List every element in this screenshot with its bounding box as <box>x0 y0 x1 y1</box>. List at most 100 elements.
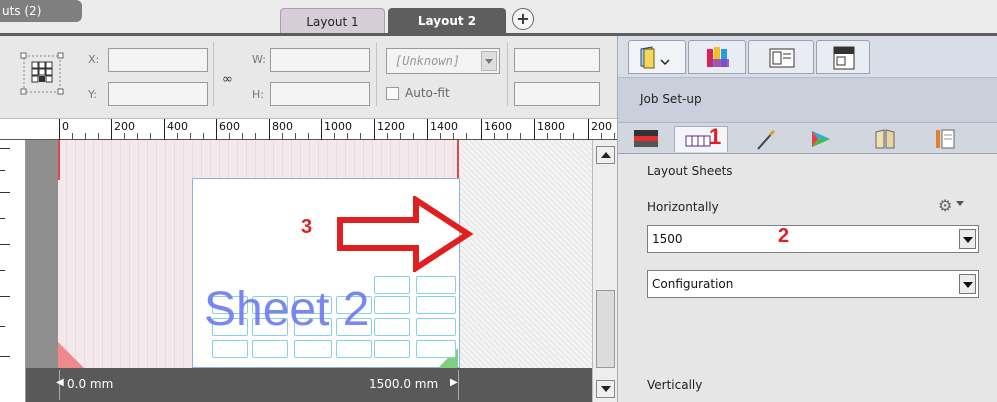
chevron-down-icon[interactable] <box>481 51 497 71</box>
ruler-major-tick <box>269 119 270 140</box>
add-layout-button[interactable]: + <box>512 8 534 30</box>
ruler-minor-tick <box>413 133 414 139</box>
label-cell <box>416 276 456 294</box>
pages-icon <box>936 129 955 149</box>
panel-tab-job[interactable] <box>628 40 686 74</box>
ruler-major-tick <box>164 119 165 140</box>
color-swatches-icon <box>707 47 729 67</box>
color-management-button[interactable] <box>798 126 840 152</box>
scroll-down-button[interactable] <box>596 380 615 398</box>
canvas-margin <box>26 140 58 368</box>
vertically-label: Vertically <box>647 378 703 392</box>
label-cell <box>374 276 410 294</box>
panel-tab-color[interactable] <box>688 40 746 74</box>
annotation-2: 2 <box>778 225 790 247</box>
ruler-major-tick <box>534 119 535 140</box>
autofit-label: Auto-fit <box>405 86 450 100</box>
color-prism-icon <box>812 131 830 147</box>
ruler-minor-tick <box>177 133 178 139</box>
tab-previous-layouts[interactable]: uts (2) <box>0 0 82 22</box>
width-field[interactable] <box>270 48 370 72</box>
ruler-major-tick <box>216 119 217 140</box>
ruler-minor-tick <box>453 133 454 139</box>
ruler-minor-tick <box>72 133 73 139</box>
x-label: X: <box>88 53 100 66</box>
printer-settings-button[interactable] <box>626 126 668 152</box>
ruler-major-tick <box>588 119 589 140</box>
h-label: H: <box>252 88 264 101</box>
autofit-checkbox[interactable] <box>386 87 399 100</box>
printer-icon <box>833 46 855 70</box>
label-cell <box>374 340 410 358</box>
panel-tab-preview[interactable] <box>748 40 814 74</box>
job-setup-panel: Job Set-up 1 Layout Sheets Horizontally … <box>617 36 997 402</box>
vertical-ruler <box>0 140 26 402</box>
layout-sheets-icon <box>685 135 711 147</box>
scroll-thumb[interactable] <box>596 290 615 368</box>
panel-tab-printer[interactable] <box>816 40 870 74</box>
layout-tab-bar: uts (2) Layout 1 Layout 2 + <box>0 0 997 36</box>
sheet-name-label: Sheet 2 <box>204 283 370 336</box>
left-dim-arrow-icon: ◀ <box>56 377 64 388</box>
pages-button[interactable] <box>918 126 960 152</box>
label-cell <box>212 340 248 358</box>
ruler-minor-tick <box>150 133 151 139</box>
horizontal-size-select[interactable]: 1500 2 <box>647 225 979 253</box>
horizontal-size-value: 1500 <box>652 232 683 246</box>
w-label: W: <box>252 53 266 66</box>
panel-tabs <box>618 36 997 78</box>
ruler-minor-tick <box>494 133 495 139</box>
job-setup-icon-bar: 1 <box>618 122 997 154</box>
ruler-minor-tick <box>614 133 615 139</box>
anchor-point-icon[interactable] <box>20 50 64 96</box>
toolbar-separator <box>213 42 214 106</box>
vertical-scrollbar[interactable] <box>592 140 617 402</box>
ruler-minor-tick <box>360 133 361 139</box>
label-cell <box>336 340 372 358</box>
link-proportions-icon[interactable]: ∞ <box>222 72 233 87</box>
book-icon <box>875 129 895 149</box>
chevron-down-icon[interactable] <box>959 229 976 249</box>
toolbar-separator <box>376 42 377 106</box>
ruler-minor-tick <box>190 133 191 139</box>
tab-layout-1[interactable]: Layout 1 <box>280 8 385 34</box>
knife-icon <box>757 129 776 150</box>
ruler-minor-tick <box>440 133 441 139</box>
preview-icon <box>769 48 795 68</box>
ruler-label: 200 <box>591 120 612 133</box>
height-field[interactable] <box>270 82 370 106</box>
ruler-label: 0 <box>62 120 69 133</box>
left-dimension: 0.0 mm <box>67 377 114 391</box>
gear-icon[interactable]: ⚙ <box>938 196 952 215</box>
gear-dropdown-icon[interactable] <box>956 201 964 206</box>
ruler-major-tick <box>374 119 375 140</box>
label-cell <box>416 340 456 358</box>
extra-field-2[interactable] <box>514 82 600 106</box>
y-field[interactable] <box>108 82 208 106</box>
label-cell <box>374 318 410 336</box>
ruler-minor-tick <box>308 133 309 139</box>
ruler-label: 600 <box>219 120 240 133</box>
scroll-up-button[interactable] <box>596 146 615 164</box>
ruler-minor-tick <box>242 133 243 139</box>
booklet-button[interactable] <box>862 126 904 152</box>
unit-select-value: [Unknown] <box>395 54 461 68</box>
unit-select[interactable]: [Unknown] <box>386 48 500 74</box>
sheet-mode-value: Configuration <box>652 277 734 291</box>
ruler-major-tick <box>59 119 60 140</box>
chevron-down-icon[interactable] <box>959 274 976 294</box>
tab-layout-2[interactable]: Layout 2 <box>388 8 506 34</box>
media-right-edge <box>457 140 459 180</box>
ruler-label: 1600 <box>484 120 512 133</box>
media-corner-marker <box>58 342 84 368</box>
dimension-bar: ◀ 0.0 mm 1500.0 mm ▶ <box>26 368 592 402</box>
ruler-minor-tick <box>466 133 467 139</box>
ruler-major-tick <box>427 119 428 140</box>
layout-sheets-button[interactable]: 1 <box>674 124 728 152</box>
extra-field-1[interactable] <box>514 48 600 72</box>
sheet-mode-select[interactable]: Configuration <box>647 270 979 298</box>
ruler-minor-tick <box>507 133 508 139</box>
label-cell <box>416 296 456 314</box>
x-field[interactable] <box>108 48 208 72</box>
finishing-button[interactable] <box>744 126 786 152</box>
